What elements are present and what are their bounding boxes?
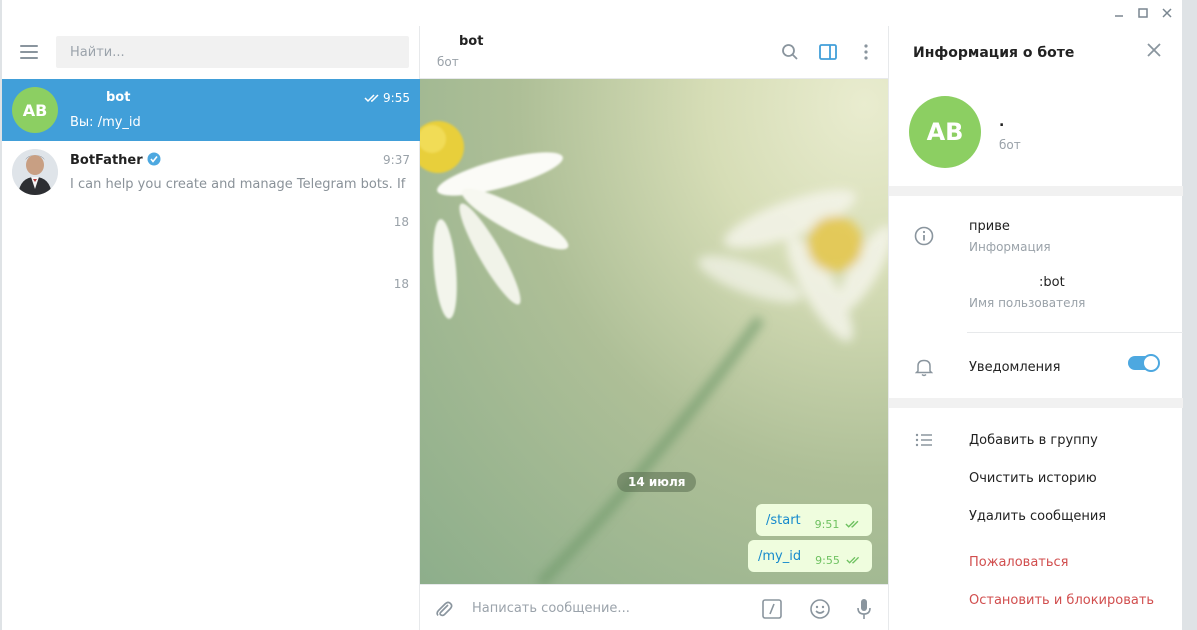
chat-wallpaper: 14 июля /start 9:51 /my_id 9:55 [420, 79, 888, 584]
list-icon [913, 429, 935, 451]
date-separator: 14 июля [617, 472, 697, 492]
chat-preview: I can help you create and manage Telegra… [70, 177, 410, 192]
bot-name: . [999, 114, 1005, 130]
slash-command-icon [762, 599, 782, 619]
chat-time: 9:55 [383, 91, 410, 105]
bell-icon [913, 356, 935, 378]
title-bar [2, 0, 1182, 26]
minimize-button[interactable] [1108, 4, 1130, 22]
list-counter: 18 [393, 215, 409, 229]
botfather-avatar-icon [12, 149, 58, 195]
double-check-icon [845, 520, 859, 528]
chat-list-panel: AB bot 9:55 Вы: /my_id BotFather 9:37 I … [2, 26, 420, 630]
section-divider [889, 398, 1183, 408]
chat-header: bot бот [420, 26, 888, 79]
chat-item-botfather[interactable]: BotFather 9:37 I can help you create and… [2, 141, 420, 203]
double-check-icon [846, 556, 859, 564]
maximize-button[interactable] [1132, 4, 1154, 22]
toggle-info-panel-button[interactable] [818, 42, 838, 62]
voice-record-button[interactable] [852, 597, 876, 621]
message-bubble[interactable]: /start 9:51 [756, 504, 872, 536]
chat-name: BotFather [70, 152, 161, 168]
username-value[interactable]: :bot [1039, 275, 1065, 290]
paperclip-icon [436, 601, 453, 617]
close-icon [1147, 43, 1161, 57]
section-divider [889, 186, 1183, 196]
attach-button[interactable] [432, 597, 456, 621]
message-bubble[interactable]: /my_id 9:55 [748, 540, 872, 572]
chat-preview: Вы: /my_id [70, 115, 141, 130]
search-input[interactable] [56, 36, 409, 68]
info-icon [913, 225, 935, 247]
more-menu-button[interactable] [856, 42, 876, 62]
sidebar-panel-icon [819, 44, 837, 60]
chat-title[interactable]: bot [437, 34, 483, 49]
list-counter: 18 [393, 277, 409, 291]
divider-line [967, 332, 1183, 333]
about-label: Информация [969, 240, 1051, 254]
more-vertical-icon [864, 44, 868, 60]
message-input[interactable] [472, 597, 742, 619]
verified-badge-icon [147, 152, 161, 166]
panel-title: Информация о боте [913, 45, 1075, 61]
telegram-window: AB bot 9:55 Вы: /my_id BotFather 9:37 I … [2, 0, 1183, 630]
message-time: 9:55 [815, 553, 840, 567]
message-time: 9:51 [814, 517, 840, 531]
about-value[interactable]: приве [969, 219, 1010, 234]
chat-name: bot [70, 90, 130, 105]
add-to-group-button[interactable]: Добавить в группу [969, 433, 1098, 448]
notifications-label: Уведомления [969, 360, 1061, 375]
chat-item-bot[interactable]: AB bot 9:55 Вы: /my_id [2, 79, 420, 141]
search-icon [782, 44, 798, 60]
bot-info-panel: Информация о боте AB . бот приве Информа… [888, 26, 1183, 630]
chat-subtitle: бот [437, 55, 459, 69]
search-button[interactable] [780, 42, 800, 62]
double-check-icon [364, 94, 379, 103]
microphone-icon [857, 599, 871, 619]
minimize-icon [1115, 15, 1123, 17]
notifications-toggle[interactable] [1128, 354, 1160, 372]
emoji-button[interactable] [808, 597, 832, 621]
close-panel-button[interactable] [1146, 42, 1166, 62]
username-label: Имя пользователя [969, 296, 1086, 310]
bot-commands-button[interactable] [760, 597, 784, 621]
emoji-icon [810, 599, 830, 619]
clear-history-button[interactable]: Очистить историю [969, 471, 1097, 486]
conversation-panel: bot бот 14 июля /start 9:51 /my_id 9:55 … [420, 26, 888, 630]
bot-avatar[interactable]: AB [909, 96, 981, 168]
message-composer [420, 584, 888, 630]
hamburger-menu-icon[interactable] [20, 45, 38, 59]
close-icon [1162, 8, 1172, 18]
avatar: AB [12, 87, 58, 133]
stop-and-block-button[interactable]: Остановить и блокировать [969, 593, 1154, 608]
close-window-button[interactable] [1156, 4, 1178, 22]
chat-time: 9:37 [383, 153, 410, 167]
message-text[interactable]: /start [766, 513, 801, 528]
botfather-avatar [12, 149, 58, 195]
message-text[interactable]: /my_id [758, 549, 801, 564]
report-button[interactable]: Пожаловаться [969, 555, 1069, 570]
delete-messages-button[interactable]: Удалить сообщения [969, 509, 1106, 524]
chat-list-header [2, 26, 420, 79]
maximize-icon [1138, 8, 1148, 18]
bot-subtitle: бот [999, 138, 1021, 152]
